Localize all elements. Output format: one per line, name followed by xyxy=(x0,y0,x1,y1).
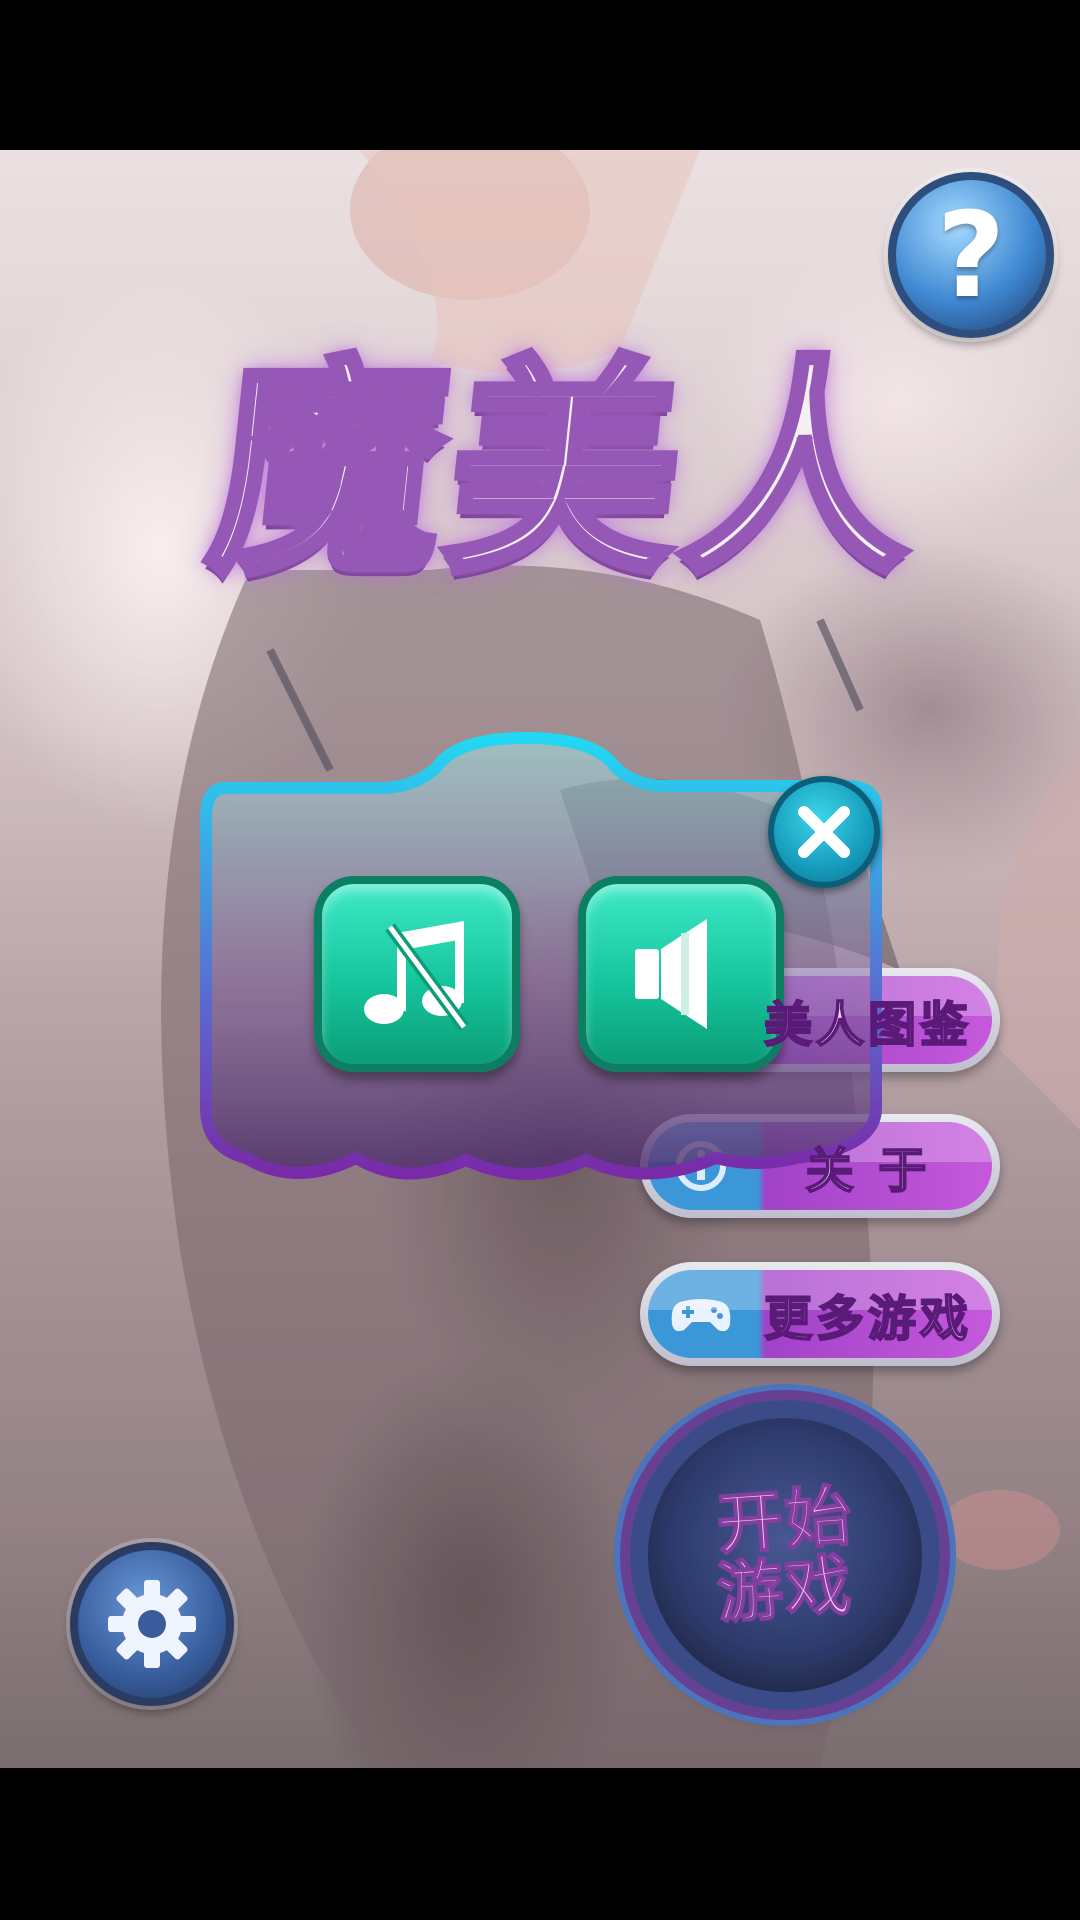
more-games-label: 更多游戏 xyxy=(763,1290,972,1348)
speaker-icon xyxy=(635,919,707,1029)
music-muted-icon xyxy=(364,921,469,1031)
sound-toggle-button[interactable] xyxy=(578,876,784,1072)
dialog-close-button[interactable] xyxy=(768,776,880,888)
game-main-screen: ? 魔美人 美人图鉴 关 于 更多游戏 开始 游戏 xyxy=(0,150,1080,1768)
about-label: 关 于 xyxy=(805,1142,931,1200)
close-icon xyxy=(798,806,850,858)
music-toggle-button[interactable] xyxy=(314,876,520,1072)
gallery-label: 美人图鉴 xyxy=(763,996,972,1054)
